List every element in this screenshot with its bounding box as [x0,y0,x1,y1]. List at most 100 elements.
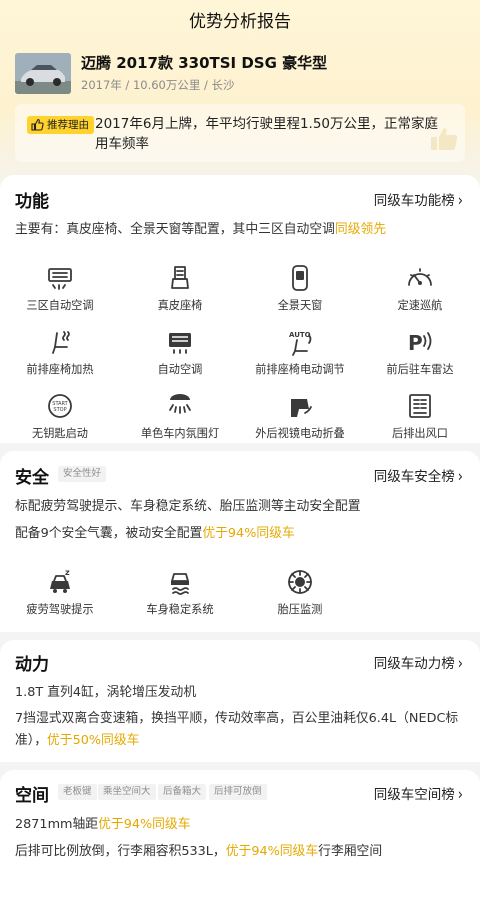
feature-label: 三区自动空调 [26,299,94,312]
space-card: 空间 老板键 乘坐空间大 后备箱大 后排可放倒 同级车空间榜 › 2871mm轴距… [0,770,480,921]
keyless-start-icon: STARTSTOP [48,394,72,418]
recommend-badge: 推荐理由 [27,116,94,134]
power-seat-icon: AUTO [289,331,312,356]
space-tag: 乘坐空间大 [98,784,156,800]
fatigue-alert-icon: z [50,568,70,593]
space-desc-1-highlight: 优于94%同级车 [98,817,191,832]
function-card: 功能 同级车功能榜 › 主要有：真皮座椅、全景天窗等配置，其中三区自动空调同级领先… [0,175,480,443]
seat-heating-icon [52,331,70,354]
feature-item: 单色车内氛围灯 [120,391,240,451]
space-tag: 老板键 [58,784,97,800]
function-desc-highlight: 同级领先 [334,222,387,237]
function-rank-link[interactable]: 同级车功能榜 › [373,189,463,211]
feature-label: 定速巡航 [397,299,443,312]
space-desc-2-highlight: 优于94%同级车 [225,844,319,859]
feature-label: 真皮座椅 [157,299,203,312]
safety-tag: 安全性好 [58,466,107,482]
feature-label: 全景天窗 [277,299,323,312]
feature-label: 无钥匙启动 [32,427,88,440]
parking-radar-icon: P [408,331,432,355]
cruise-control-icon [408,268,432,286]
svg-text:P: P [408,331,423,355]
safety-title: 安全 [15,468,49,488]
space-desc-1-text: 2871mm轴距 [15,817,99,832]
chevron-right-icon: › [457,786,463,805]
feature-item: P 前后驻车雷达 [360,327,480,387]
power-rank-link[interactable]: 同级车动力榜 › [373,652,463,674]
function-rank-label: 同级车功能榜 [373,193,455,209]
power-rank-label: 同级车动力榜 [373,656,455,672]
feature-item: 三区自动空调 [0,263,120,323]
page-title: 优势分析报告 [189,12,291,32]
safety-desc-2: 配备9个安全气囊，被动安全配置优于94%同级车 [15,523,467,545]
section-divider [0,632,480,640]
rear-vent-icon [409,394,431,418]
auto-ac-icon [169,333,191,354]
feature-item: 自动空调 [120,327,240,387]
stability-control-icon [171,573,189,595]
recommend-text: 2017年6月上牌，年平均行驶里程1.50万公里，正常家庭用车频率 [95,116,439,152]
feature-item: 外后视镜电动折叠 [240,391,360,451]
power-desc-1: 1.8T 直列4缸，涡轮增压发动机 [15,685,197,700]
space-desc-2-text: 后排可比例放倒，行李厢容积533L， [15,844,226,859]
space-desc-2: 后排可比例放倒，行李厢容积533L，优于94%同级车行李厢空间 [15,841,467,863]
feature-label: 胎压监测 [277,603,323,616]
feature-item: 真皮座椅 [120,263,240,323]
function-desc-text: 主要有：真皮座椅、全景天窗等配置，其中三区自动空调 [15,222,335,237]
tire-pressure-icon [288,570,312,594]
feature-label: 车身稳定系统 [146,603,214,616]
function-desc: 主要有：真皮座椅、全景天窗等配置，其中三区自动空调同级领先 [15,219,467,241]
safety-card: 安全 安全性好 同级车安全榜 › 标配疲劳驾驶提示、车身稳定系统、胎压监测等主动安… [0,451,480,632]
space-desc-1: 2871mm轴距优于94%同级车 [15,814,467,836]
chevron-right-icon: › [457,192,463,211]
space-tag: 后备箱大 [158,784,207,800]
ambient-light-icon [169,394,191,414]
leather-seat-icon [171,266,189,289]
feature-label: 后排出风口 [392,427,448,440]
safety-desc-2-highlight: 优于94%同级车 [202,526,295,541]
function-title: 功能 [15,192,49,212]
feature-item: 后排出风口 [360,391,480,451]
feature-label: 前排座椅加热 [26,363,94,376]
svg-text:z: z [65,568,70,577]
panoramic-sunroof-icon [292,265,308,291]
feature-item: 胎压监测 [240,567,360,627]
space-rank-label: 同级车空间榜 [373,787,455,803]
feature-item: z 疲劳驾驶提示 [0,567,120,627]
feature-label: 疲劳驾驶提示 [26,603,94,616]
recommend-badge-label: 推荐理由 [47,119,89,131]
car-photo [15,53,71,94]
safety-rank-label: 同级车安全榜 [373,469,455,485]
car-summary[interactable]: 迈腾 2017款 330TSI DSG 豪华型 2017年 / 10.60万公里… [15,52,465,96]
space-desc-2-suffix: 行李厢空间 [318,844,383,859]
ac-climate-icon [48,268,72,290]
power-title: 动力 [15,655,49,675]
safety-rank-link[interactable]: 同级车安全榜 › [373,465,463,487]
feature-label: 前排座椅电动调节 [255,363,345,376]
space-rank-link[interactable]: 同级车空间榜 › [373,783,463,805]
mirror-fold-icon [291,399,312,417]
feature-label: 前后驻车雷达 [386,363,454,376]
chevron-right-icon: › [457,468,463,487]
feature-item: 定速巡航 [360,263,480,323]
section-divider [0,762,480,770]
feature-item: 全景天窗 [240,263,360,323]
recommend-box: 推荐理由 2017年6月上牌，年平均行驶里程1.50万公里，正常家庭用车频率 [15,104,465,162]
feature-item: 前排座椅加热 [0,327,120,387]
svg-text:AUTO: AUTO [289,331,311,339]
thumbs-up-watermark-icon [431,128,458,150]
power-desc-2: 7挡湿式双离合变速箱，换挡平顺，传动效率高，百公里油耗仅6.4L（NEDC标准）… [15,708,467,752]
power-card: 动力 同级车动力榜 › 1.8T 直列4缸，涡轮增压发动机 7挡湿式双离合变速箱，… [0,640,480,762]
safety-desc-2-text: 配备9个安全气囊，被动安全配置 [15,526,203,541]
feature-item: 车身稳定系统 [120,567,240,627]
svg-text:STOP: STOP [53,407,66,413]
safety-desc-1: 标配疲劳驾驶提示、车身稳定系统、胎压监测等主动安全配置 [15,499,361,514]
car-name: 迈腾 2017款 330TSI DSG 豪华型 [81,54,328,72]
space-tag: 后排可放倒 [209,784,267,800]
feature-label: 自动空调 [157,363,203,376]
car-meta: 2017年 / 10.60万公里 / 长沙 [81,78,235,92]
section-divider [0,443,480,451]
chevron-right-icon: › [457,655,463,674]
space-title: 空间 [15,786,49,806]
power-desc-2-highlight: 优于50%同级车 [47,733,140,748]
